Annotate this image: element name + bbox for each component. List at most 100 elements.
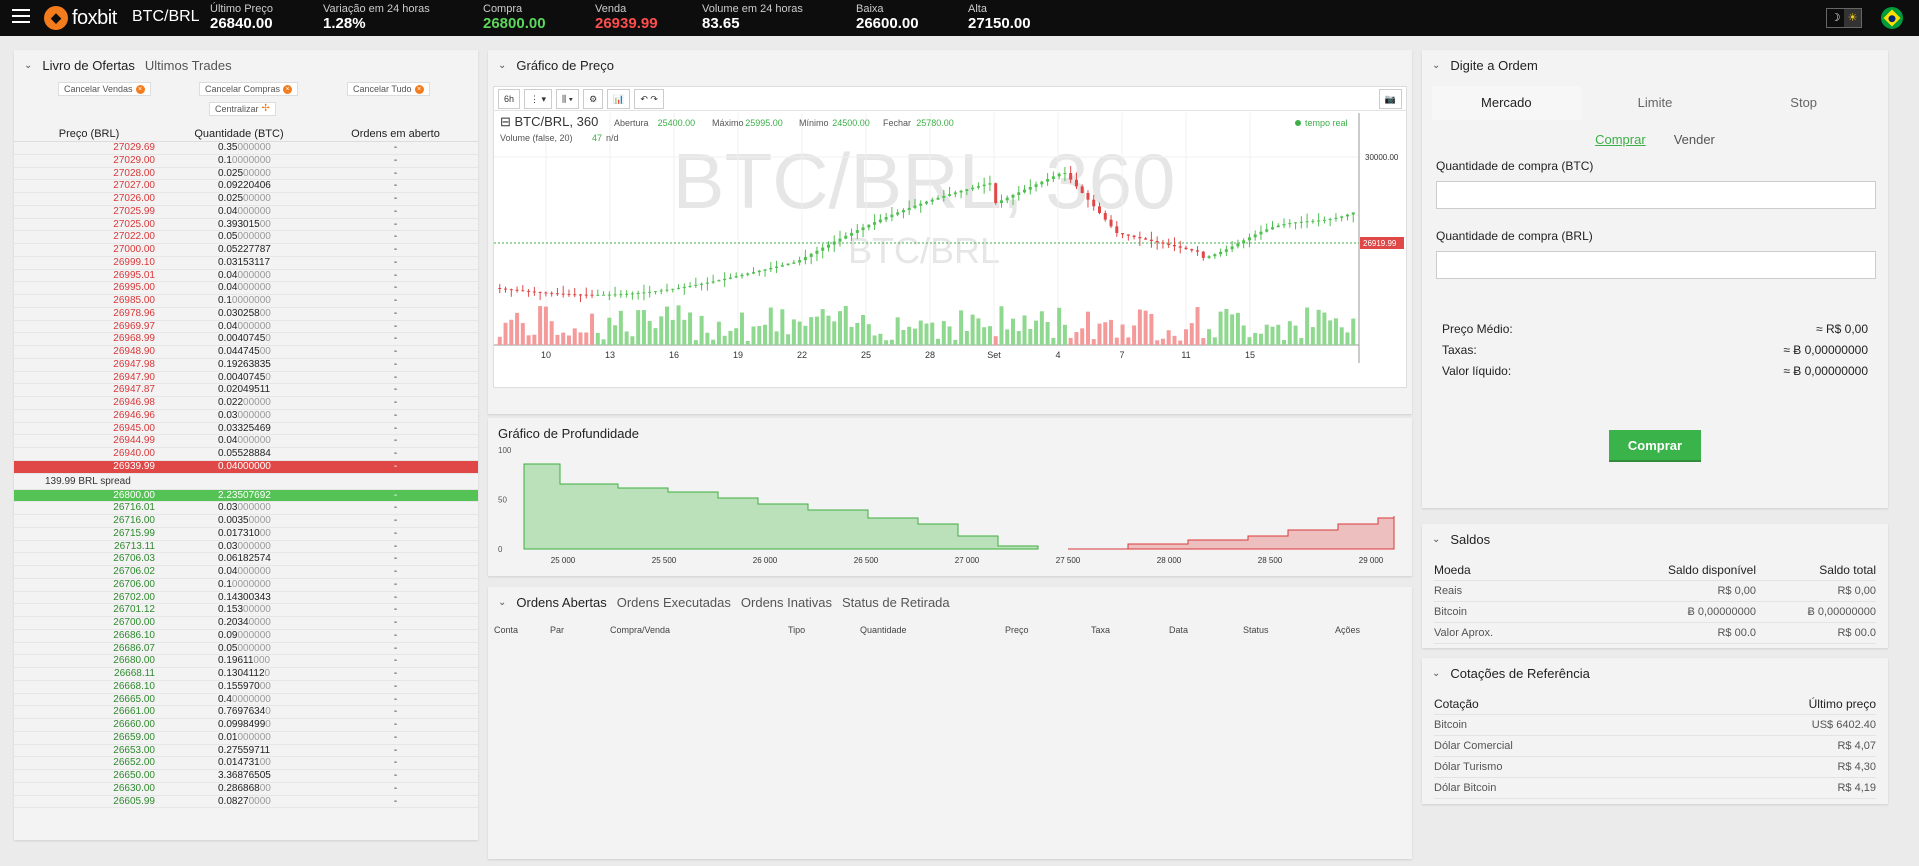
qty-brl-input[interactable] [1436,251,1876,279]
orderbook-row[interactable]: 26978.96 0.03025800 - [14,308,478,321]
chevron-down-icon[interactable]: ⌄ [1432,60,1440,71]
candle-type-icon[interactable]: ⫼ ▾ [556,88,580,109]
orderbook-row[interactable]: 26968.99 0.00407450 - [14,333,478,346]
chevron-down-icon[interactable]: ⌄ [498,597,506,608]
orderbook-row[interactable]: 27029.69 0.35000000 - [14,142,478,155]
settings-gear-icon[interactable]: ⚙ [583,88,604,109]
submit-buy-button[interactable]: Comprar [1609,430,1701,462]
chevron-down-icon[interactable]: ⌄ [24,60,32,71]
quote-name: Dólar Turismo [1434,761,1503,773]
orderbook-row[interactable]: 26706.00 0.10000000 - [14,579,478,592]
orderbook-row[interactable]: 26706.02 0.04000000 - [14,566,478,579]
orderbook-row[interactable]: 26652.00 0.01473100 - [14,757,478,770]
tab-executed-orders[interactable]: Ordens Executadas [617,595,731,610]
tab-last-trades[interactable]: Ultimos Trades [145,58,232,73]
orderbook-row[interactable]: 26999.10 0.03153117 - [14,257,478,270]
ticker-stat: Venda 26939.99 [595,3,658,33]
orderbook-row[interactable]: 26939.99 0.04000000 - [14,460,478,474]
candle-body [1098,206,1101,213]
orderbook-row[interactable]: 26969.97 0.04000000 - [14,321,478,334]
tab-open-orders[interactable]: Ordens Abertas [516,595,606,610]
hamburger-menu-icon[interactable] [12,9,30,23]
undo-icon[interactable]: ↶ ↷ [634,88,664,109]
orderbook-row[interactable]: 26947.87 0.02049511 - [14,384,478,397]
orderbook-row[interactable]: 26946.98 0.02200000 - [14,397,478,410]
sun-icon[interactable]: ☀ [1844,9,1861,27]
orderbook-row[interactable]: 26686.07 0.05000000 - [14,643,478,656]
tab-withdrawal-status[interactable]: Status de Retirada [842,595,950,610]
tab-stop[interactable]: Stop [1729,86,1878,120]
quote-price: R$ 4,19 [1837,782,1876,794]
tradingview-widget[interactable]: 6h ⋮ ▾ ⫼ ▾ ⚙ 📊 ↶ ↷ 📷 BTC/BRL, 360 BTC/BRL… [493,86,1407,388]
orderbook-row[interactable]: 27022.00 0.05000000 - [14,231,478,244]
orderbook-row[interactable]: 26995.01 0.04000000 - [14,270,478,283]
orderbook-row[interactable]: 26700.00 0.20340000 - [14,617,478,630]
depth-chart[interactable]: 100 50 0 25 000 25 500 26 000 26 500 27 000 27 5… [488,418,1412,576]
price-candlestick-chart[interactable]: BTC/BRL, 360BTC/BRL30000.0026919.9910 13 1… [494,113,1406,387]
orderbook-row[interactable]: 27029.00 0.10000000 - [14,155,478,168]
chevron-down-icon[interactable]: ⌄ [1432,668,1440,679]
orderbook-row[interactable]: 26713.11 0.03000000 - [14,541,478,554]
orderbook-row[interactable]: 26659.00 0.01000000 - [14,732,478,745]
orderbook-row[interactable]: 26702.00 0.14300343 - [14,592,478,605]
orderbook-row[interactable]: 26650.00 3.36876505 - [14,770,478,783]
orderbook-row[interactable]: 26665.00 0.40000000 - [14,694,478,707]
moon-icon[interactable]: ☽ [1827,9,1844,27]
tab-limit[interactable]: Limite [1581,86,1730,120]
tab-market[interactable]: Mercado [1432,86,1581,120]
orderbook-row[interactable]: 26706.03 0.06182574 - [14,553,478,566]
orderbook-row[interactable]: 27028.00 0.02500000 - [14,168,478,181]
orderbook-row[interactable]: 26947.90 0.00407450 - [14,372,478,385]
orderbook-row[interactable]: 26668.10 0.15597000 - [14,681,478,694]
orderbook-row[interactable]: 27000.00 0.05227787 - [14,244,478,257]
brazil-flag-icon[interactable] [1881,7,1903,29]
indicators-icon[interactable]: 📊 [607,88,631,109]
orderbook-row[interactable]: 26716.01 0.03000000 - [14,502,478,515]
orderbook-row[interactable]: 26661.00 0.76976340 - [14,706,478,719]
orderbook-row[interactable]: 26716.00 0.00350000 - [14,515,478,528]
orderbook-row[interactable]: 26680.00 0.19611000 - [14,655,478,668]
volume-bar [1034,320,1039,345]
tab-orderbook[interactable]: Livro de Ofertas [42,58,135,73]
orderbook-row[interactable]: 26715.99 0.01731000 - [14,528,478,541]
tab-inactive-orders[interactable]: Ordens Inativas [741,595,832,610]
interval-button[interactable]: 6h [498,88,521,109]
foxbit-logo[interactable]: ◆ foxbit [44,6,117,30]
orderbook-row[interactable]: 27027.00 0.09220406 - [14,180,478,193]
orderbook-row[interactable]: 26995.00 0.04000000 - [14,282,478,295]
orderbook-row[interactable]: 27025.00 0.39301500 - [14,219,478,232]
chevron-down-icon[interactable]: ⌄ [498,60,506,71]
screenshot-camera-icon[interactable]: 📷 [1378,89,1402,109]
pair-selector[interactable]: BTC/BRL [132,8,200,26]
orderbook-row[interactable]: 27025.99 0.04000000 - [14,206,478,219]
orderbook-row[interactable]: 26944.99 0.04000000 - [14,435,478,448]
orderbook-row[interactable]: 26985.00 0.10000000 - [14,295,478,308]
volume-bar [1282,339,1287,345]
orderbook-row[interactable]: 26653.00 0.27559711 - [14,745,478,758]
orderbook-row[interactable]: 26947.98 0.19263835 - [14,359,478,372]
qty-btc-input[interactable] [1436,181,1876,209]
orderbook-row[interactable]: 26686.10 0.09000000 - [14,630,478,643]
chevron-down-icon[interactable]: ⌄ [1432,534,1440,545]
orderbook-row[interactable]: 26660.00 0.09984990 - [14,719,478,732]
more-intervals-button[interactable]: ⋮ ▾ [524,88,553,109]
orderbook-row[interactable]: 26948.90 0.04474500 - [14,346,478,359]
buy-toggle[interactable]: Comprar [1595,132,1646,147]
center-button[interactable]: Centralizar ✢ [209,102,276,116]
orderbook-row[interactable]: 26605.99 0.08270000 - [14,796,478,809]
sell-toggle[interactable]: Vender [1674,132,1715,147]
candle-body [1040,181,1044,185]
theme-toggle[interactable]: ☽ ☀ [1826,8,1862,28]
candle-body [1080,186,1084,193]
orderbook-row[interactable]: 26800.00 2.23507692 - [14,489,478,503]
orderbook-row[interactable]: 26945.00 0.03325469 - [14,423,478,436]
orderbook-row[interactable]: 26630.00 0.28686800 - [14,783,478,796]
cancel-all-button[interactable]: Cancelar Tudo × [347,82,430,96]
orderbook-row[interactable]: 26946.96 0.03000000 - [14,410,478,423]
cancel-buys-button[interactable]: Cancelar Compras × [199,82,299,96]
orderbook-row[interactable]: 26940.00 0.05528884 - [14,448,478,461]
orderbook-row[interactable]: 26701.12 0.15300000 - [14,604,478,617]
orderbook-row[interactable]: 27026.00 0.02500000 - [14,193,478,206]
orderbook-row[interactable]: 26668.11 0.13041120 - [14,668,478,681]
cancel-sells-button[interactable]: Cancelar Vendas × [58,82,151,96]
